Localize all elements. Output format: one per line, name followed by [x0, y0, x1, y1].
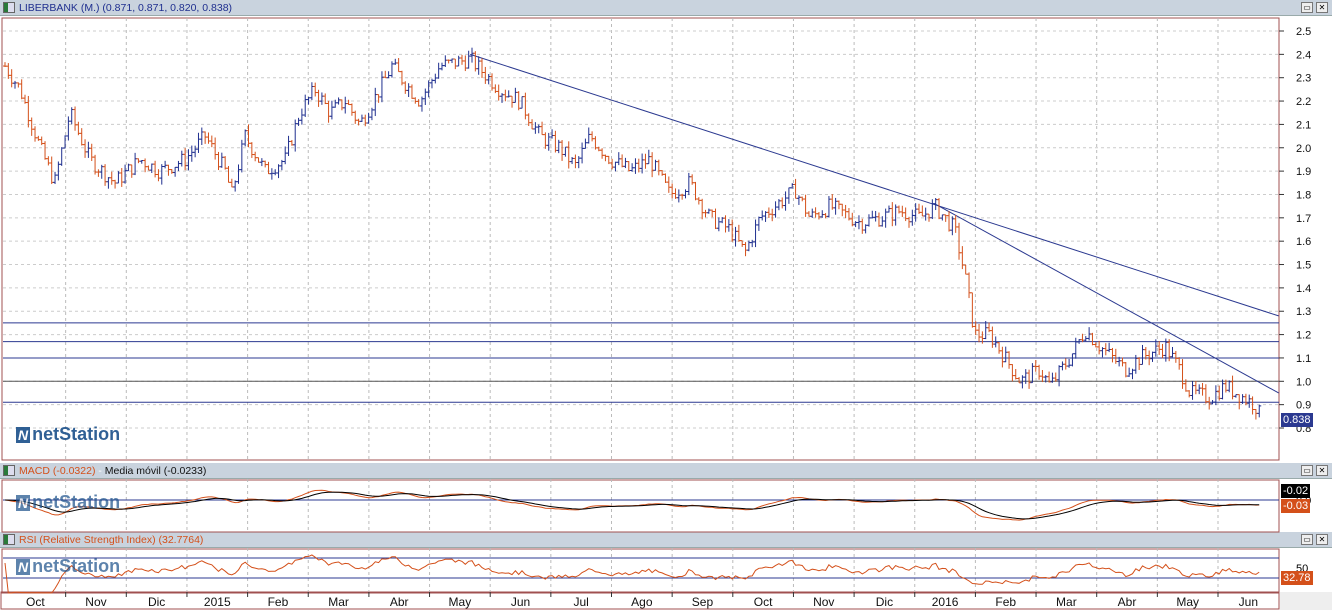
netstation-logo: NnetStation: [16, 556, 121, 576]
netstation-logo: NnetStation: [16, 424, 121, 444]
month-label: Nov: [813, 595, 834, 609]
month-label: Feb: [995, 595, 1016, 609]
netstation-logo: NnetStation: [16, 492, 121, 512]
price-tick-label: 2.1: [1296, 119, 1311, 131]
month-label: Oct: [26, 595, 45, 609]
month-label: May: [449, 595, 472, 609]
month-label: Dic: [876, 595, 893, 609]
price-tick-label: 1.3: [1296, 306, 1311, 318]
panel-frame: [1, 548, 1280, 594]
month-label: Feb: [268, 595, 289, 609]
price-tick-label: 2.0: [1296, 143, 1311, 155]
month-label: Abr: [1118, 595, 1137, 609]
price-tick-label: 1.9: [1296, 166, 1311, 178]
price-tick-label: 1.4: [1296, 283, 1311, 295]
price-tick-label: 1.1: [1296, 353, 1311, 365]
month-label: May: [1176, 595, 1199, 609]
month-label: Jul: [574, 595, 589, 609]
price-tick-label: 1.2: [1296, 330, 1311, 342]
month-label: Jun: [1239, 595, 1258, 609]
price-tick-label: 1.7: [1296, 213, 1311, 225]
month-label: 2016: [932, 595, 959, 609]
price-tick-label: 0.9: [1296, 400, 1311, 412]
trend-line: [934, 203, 1279, 394]
month-label: Nov: [85, 595, 106, 609]
price-tick-label: 2.5: [1296, 26, 1311, 38]
price-tick-label: 2.2: [1296, 96, 1311, 108]
price-tick-label: 1.5: [1296, 260, 1311, 272]
last-price-tag: 0.838: [1281, 413, 1313, 427]
price-tick-label: 1.0: [1296, 376, 1311, 388]
month-label: Jun: [511, 595, 530, 609]
price-tick-label: 1.8: [1296, 189, 1311, 201]
rsi-value-tag: 32.78: [1281, 571, 1313, 585]
month-label: Abr: [390, 595, 409, 609]
price-tick-label: 1.6: [1296, 236, 1311, 248]
panel-frame: [1, 17, 1280, 461]
month-label: Ago: [631, 595, 653, 609]
month-label: Dic: [148, 595, 165, 609]
macd-line: [4, 489, 1260, 521]
month-label: 2015: [204, 595, 231, 609]
rsi-line: [4, 554, 1260, 594]
month-label: Mar: [328, 595, 349, 609]
price-tick-label: 2.4: [1296, 49, 1311, 61]
chart-canvas[interactable]: Oct Nov Dic 2015 Feb Mar Abr May Jun Jul Ago Sep Oct…: [0, 0, 1332, 610]
trend-line: [470, 53, 1279, 317]
macd-value-tag: -0.02: [1281, 484, 1311, 498]
month-label: Mar: [1056, 595, 1077, 609]
price-tick-label: 2.3: [1296, 73, 1311, 85]
month-label: Sep: [692, 595, 714, 609]
corner: [1280, 592, 1332, 610]
macd-signal-tag: -0.03: [1281, 499, 1311, 513]
month-label: Oct: [754, 595, 773, 609]
macd-signal-line: [4, 491, 1260, 520]
